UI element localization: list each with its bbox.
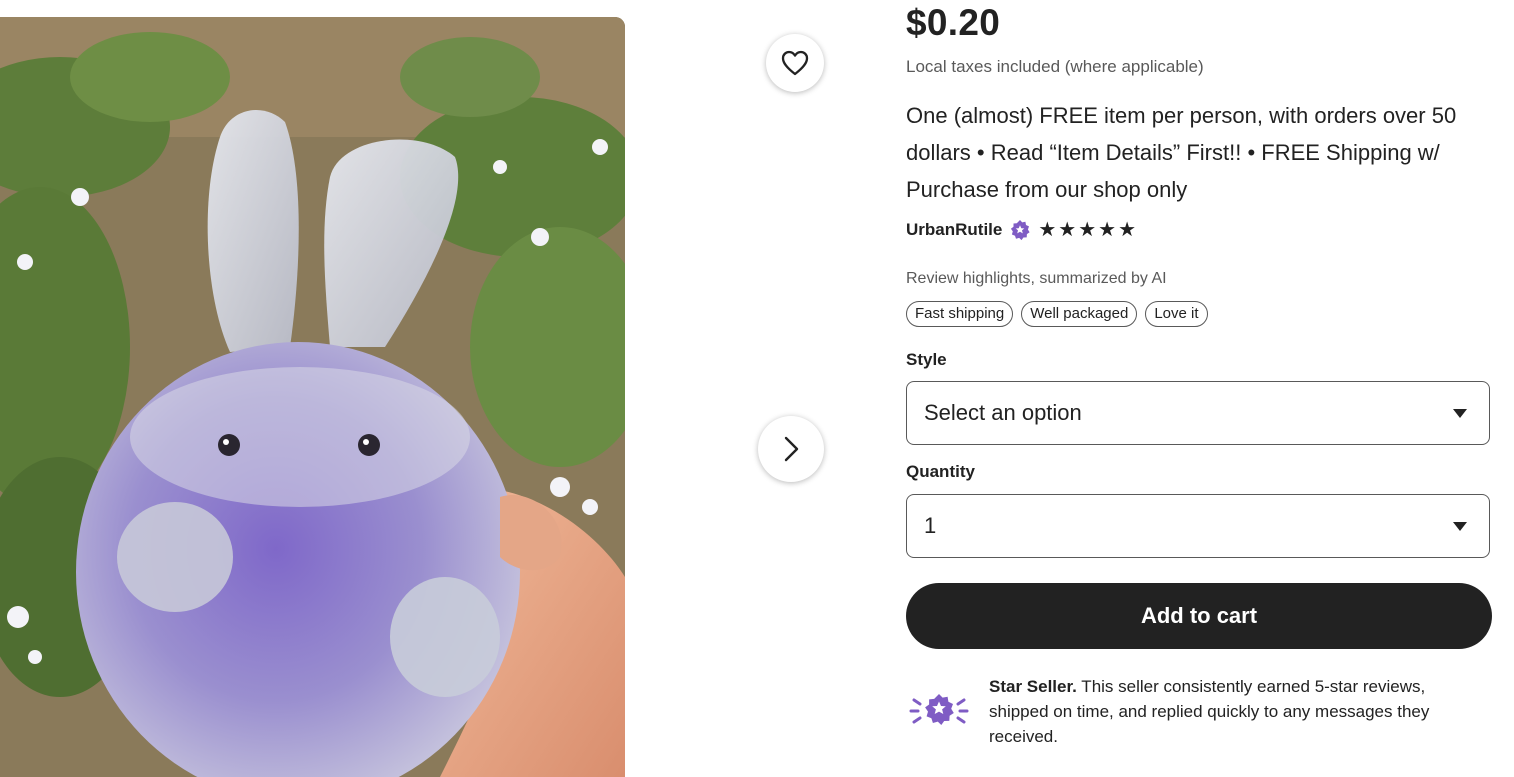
star-icon: ★ — [1058, 219, 1077, 241]
product-image[interactable] — [0, 17, 625, 777]
add-to-cart-button[interactable]: Add to cart — [906, 583, 1492, 649]
style-select-value: Select an option — [924, 400, 1082, 425]
chevron-right-icon — [782, 436, 800, 462]
star-icon: ★ — [1078, 219, 1097, 241]
star-icon: ★ — [1098, 219, 1117, 241]
caret-down-icon — [1453, 409, 1467, 418]
next-image-button[interactable] — [758, 416, 824, 482]
quantity-select[interactable]: 1 — [906, 494, 1490, 558]
price: $0.20 — [906, 2, 1001, 43]
chip-well-packaged[interactable]: Well packaged — [1021, 301, 1138, 327]
review-highlights-label: Review highlights, summarized by AI — [906, 270, 1167, 287]
star-icon: ★ — [1118, 219, 1137, 241]
rating-stars[interactable]: ★ ★ ★ ★ ★ — [1038, 220, 1136, 240]
heart-icon — [781, 50, 809, 76]
listing-page: $0.20 Local taxes included (where applic… — [0, 0, 1514, 777]
style-select[interactable]: Select an option — [906, 381, 1490, 445]
shop-name-link[interactable]: UrbanRutile — [906, 220, 1002, 240]
review-highlight-chips: Fast shipping Well packaged Love it — [906, 301, 1208, 327]
style-label: Style — [906, 350, 947, 369]
favorite-button[interactable] — [766, 34, 824, 92]
star-seller-badge-icon — [1009, 219, 1031, 241]
quantity-select-value: 1 — [924, 513, 937, 538]
star-seller-text: Star Seller. This seller consistently ea… — [989, 674, 1489, 749]
chip-fast-shipping[interactable]: Fast shipping — [906, 301, 1014, 327]
chip-love-it[interactable]: Love it — [1145, 301, 1208, 327]
star-icon: ★ — [1038, 219, 1057, 241]
listing-title: One (almost) FREE item per person, with … — [906, 103, 1457, 202]
shop-row: UrbanRutile ★ ★ ★ ★ ★ — [906, 219, 1136, 241]
caret-down-icon — [1453, 522, 1467, 531]
tax-note: Local taxes included (where applicable) — [906, 57, 1204, 76]
quantity-label: Quantity — [906, 462, 975, 481]
star-seller-large-icon — [909, 691, 969, 736]
star-seller-title: Star Seller. — [989, 677, 1077, 696]
